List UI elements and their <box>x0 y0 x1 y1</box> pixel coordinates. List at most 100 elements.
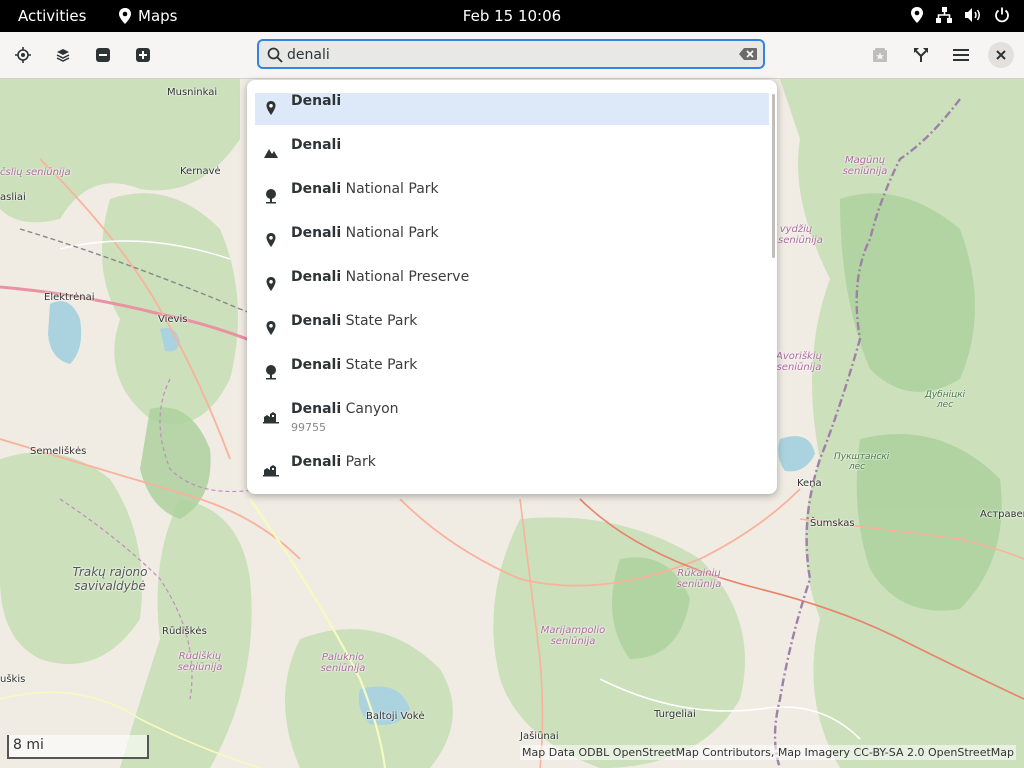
map-label: Jašiūnai <box>520 731 559 742</box>
result-title: Denali Canyon <box>291 401 399 417</box>
zoom-out-icon <box>96 48 110 62</box>
scrollbar[interactable] <box>772 94 775 258</box>
search-result-row[interactable]: Denali Canyon 99755 <box>255 401 769 454</box>
search-result-row[interactable]: Denali National Park <box>255 181 769 225</box>
tree-icon <box>266 189 276 204</box>
search-results-popover: Denali Denali Denali National Park Denali N… <box>247 80 777 494</box>
tree-icon <box>266 365 276 380</box>
app-name: Maps <box>138 7 178 25</box>
place-marker-icon <box>266 101 276 115</box>
search-result-row[interactable]: Denali National Park <box>255 225 769 269</box>
result-title: Denali State Park <box>291 357 417 373</box>
main-menu-button[interactable] <box>948 42 974 68</box>
result-title: Denali National Preserve <box>291 269 469 285</box>
map-label: uškis <box>0 674 26 685</box>
result-title: Denali National Park <box>291 225 439 241</box>
map-label: Magūnų seniūnija <box>842 155 888 177</box>
result-title-match: Denali <box>291 181 342 197</box>
network-icon <box>936 7 952 23</box>
app-menu[interactable]: Maps <box>118 7 177 25</box>
layers-icon <box>56 49 70 62</box>
activities-button[interactable]: Activities <box>18 7 86 25</box>
place-marker-icon <box>266 277 276 291</box>
favorites-icon <box>873 48 887 62</box>
result-title-match: Denali <box>291 225 342 241</box>
result-title: Denali <box>291 137 341 153</box>
map-label: vydžių seniūnija <box>778 224 823 246</box>
search-input[interactable] <box>287 44 727 66</box>
layers-button[interactable] <box>50 42 76 68</box>
town-icon <box>263 465 279 477</box>
result-title-rest: National Preserve <box>341 269 470 285</box>
result-title-rest: Park <box>341 454 376 470</box>
results-list[interactable]: Denali Denali Denali National Park Denali N… <box>255 93 769 494</box>
power-icon <box>995 7 1009 23</box>
map-attribution: Map Data ODBL OpenStreetMap Contributors… <box>520 745 1016 760</box>
favorites-button[interactable] <box>867 42 893 68</box>
route-button[interactable] <box>908 42 934 68</box>
route-icon <box>914 48 928 62</box>
menu-icon <box>953 49 969 61</box>
search-result-row[interactable]: Denali National Preserve <box>255 269 769 313</box>
search-result-row[interactable]: Denali State Park <box>255 313 769 357</box>
top-bar: Activities Maps Feb 15 10:06 <box>0 0 1024 32</box>
clock[interactable]: Feb 15 10:06 <box>463 7 561 25</box>
search-entry[interactable] <box>257 39 765 69</box>
map-label: Kena <box>797 478 822 489</box>
search-result-row[interactable]: Denali <box>255 93 769 125</box>
search-result-row[interactable]: Denali <box>255 137 769 181</box>
locate-button[interactable] <box>10 42 36 68</box>
result-title-rest: State Park <box>341 313 418 329</box>
system-tray[interactable] <box>910 7 1010 23</box>
scale-bar: 8 mi <box>7 735 149 759</box>
result-title-rest: National Park <box>341 181 439 197</box>
map-label: Turgeliai <box>654 709 696 720</box>
result-subtitle: 99755 <box>291 421 326 434</box>
result-title-match: Denali <box>291 313 342 329</box>
search-result-row[interactable]: Denali State Park <box>255 357 769 401</box>
zoom-out-button[interactable] <box>90 42 116 68</box>
map-label: Elektrėnai <box>44 292 95 303</box>
map-label: Дубніцкі лес <box>924 390 966 410</box>
map-label: Paluknio seniūnija <box>320 652 366 674</box>
map-label: Avoriškių seniūnija <box>776 351 822 373</box>
map-label: Baltoji Vokė <box>366 711 425 722</box>
map-label: Rūdiškės <box>162 626 207 637</box>
map-label: Rūkainių seniūnija <box>676 568 722 590</box>
locate-icon <box>15 47 31 63</box>
map-label: Trakų rajono savivaldybė <box>72 565 148 593</box>
map-label: Kernavė <box>180 166 221 177</box>
place-marker-icon <box>266 233 276 247</box>
map-label: Астравец <box>980 509 1024 520</box>
mountain-icon <box>264 149 278 158</box>
search-icon <box>267 47 283 63</box>
result-title-match: Denali <box>291 454 342 470</box>
zoom-in-icon <box>136 48 150 62</box>
header-bar <box>0 32 1024 79</box>
result-title-rest: State Park <box>341 357 418 373</box>
result-title: Denali National Park <box>291 181 439 197</box>
map-label: Vievis <box>158 314 188 325</box>
result-title-match: Denali <box>291 269 342 285</box>
result-title: Denali State Park <box>291 313 417 329</box>
map-label: asliai <box>0 192 26 203</box>
map-label: čslių seniūnija <box>0 167 71 178</box>
volume-icon <box>965 8 980 22</box>
map-label: Пукштанскі лес <box>834 452 890 472</box>
map-label: Marijampolio seniūnija <box>540 625 606 647</box>
result-title-match: Denali <box>291 137 342 153</box>
place-marker-icon <box>266 321 276 335</box>
map-label: Šumskas <box>810 518 855 529</box>
zoom-in-button[interactable] <box>130 42 156 68</box>
result-title-match: Denali <box>291 93 342 109</box>
search-result-row[interactable]: Denali Park <box>255 454 769 494</box>
close-icon <box>996 50 1006 60</box>
result-title-match: Denali <box>291 401 342 417</box>
map-label: Musninkai <box>167 87 218 98</box>
close-button[interactable] <box>988 42 1014 68</box>
clear-icon[interactable] <box>739 48 757 60</box>
result-title-rest: National Park <box>341 225 439 241</box>
location-icon <box>911 7 923 23</box>
result-title: Denali <box>291 93 341 109</box>
map-label: Semeliškės <box>30 446 87 457</box>
